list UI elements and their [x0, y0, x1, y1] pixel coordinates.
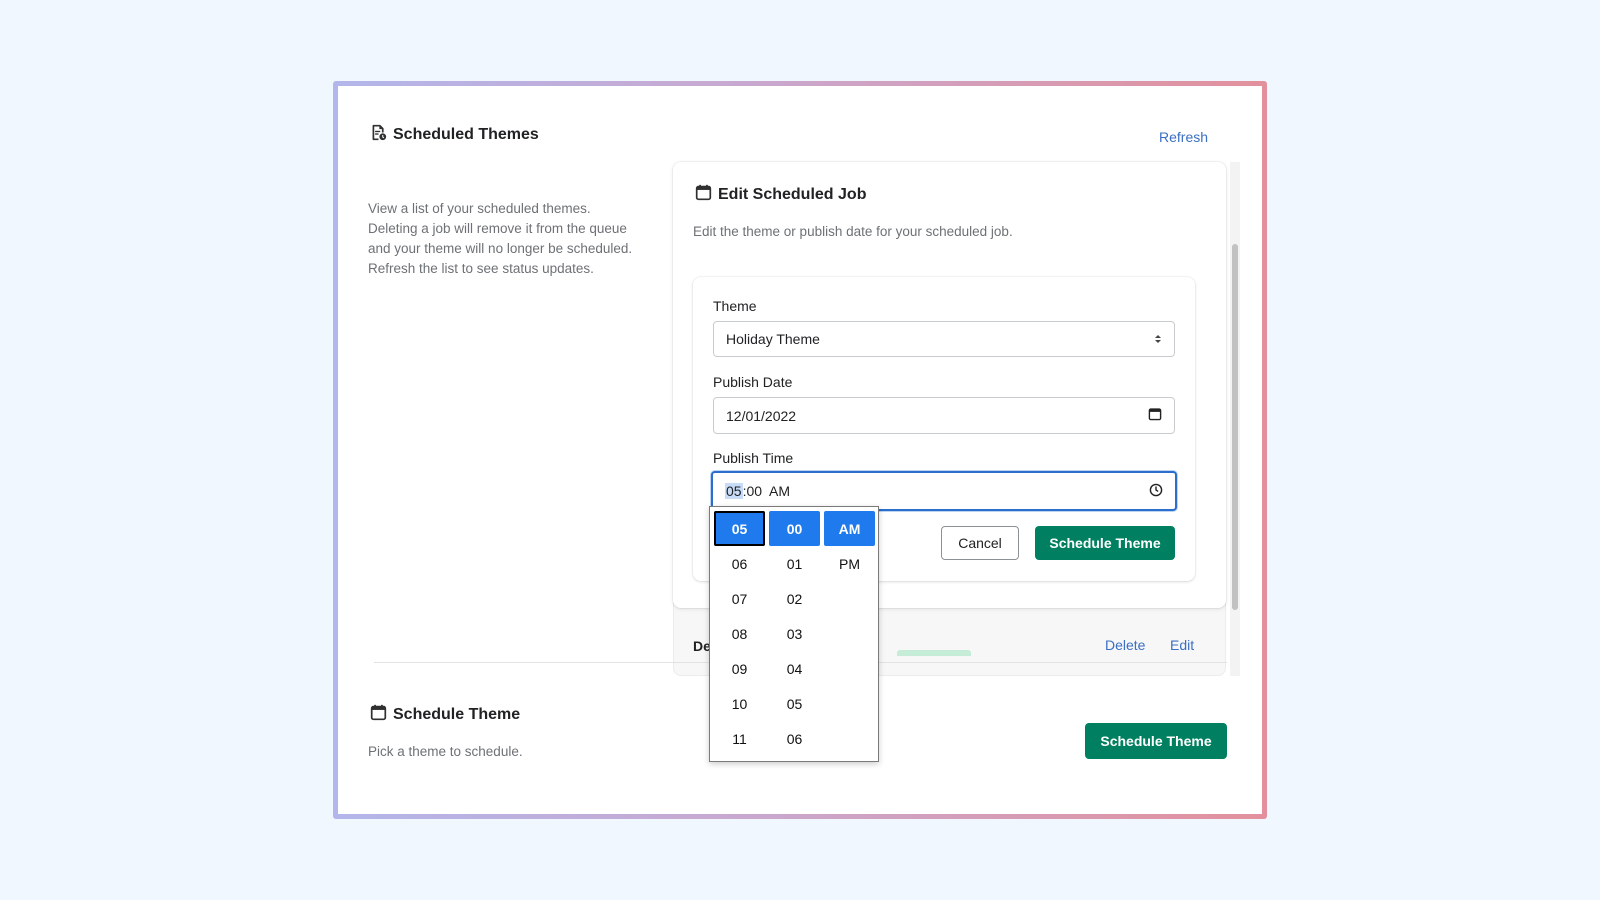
schedule-theme-heading: Schedule Theme — [370, 704, 520, 726]
app-frame: Scheduled Themes Refresh View a list of … — [333, 81, 1267, 819]
minute-option[interactable]: 03 — [769, 616, 820, 651]
schedule-theme-title: Schedule Theme — [393, 706, 521, 723]
minute-option[interactable]: 05 — [769, 686, 820, 721]
status-badge — [897, 650, 971, 656]
publish-time-value: 05:00 AM — [725, 483, 790, 499]
hour-option[interactable]: 09 — [714, 651, 765, 686]
hour-option[interactable]: 08 — [714, 616, 765, 651]
minute-option[interactable]: 01 — [769, 546, 820, 581]
period-option[interactable]: PM — [824, 546, 875, 581]
hour-option[interactable]: 06 — [714, 546, 765, 581]
publish-time-label: Publish Time — [713, 450, 794, 466]
select-arrows-icon — [1154, 331, 1162, 347]
minute-option[interactable]: 04 — [769, 651, 820, 686]
page-title: Scheduled Themes — [393, 126, 539, 143]
calendar-icon — [695, 184, 712, 206]
scrollbar-thumb[interactable] — [1232, 244, 1238, 610]
file-clock-icon — [370, 124, 387, 146]
hour-option[interactable]: 07 — [714, 581, 765, 616]
scheduled-themes-heading: Scheduled Themes — [370, 124, 539, 146]
calendar-icon — [370, 704, 387, 726]
refresh-link[interactable]: Refresh — [1159, 129, 1208, 145]
publish-time-input[interactable]: 05:00 AM — [711, 471, 1177, 511]
minute-option[interactable]: 02 — [769, 581, 820, 616]
time-hour-segment[interactable]: 05 — [725, 483, 743, 499]
hour-option[interactable]: 10 — [714, 686, 765, 721]
schedule-theme-submit-button[interactable]: Schedule Theme — [1035, 526, 1175, 560]
panel-scrollbar[interactable] — [1230, 162, 1240, 676]
edit-job-description: Edit the theme or publish date for your … — [693, 224, 1013, 239]
time-picker-dropdown: 05 06 07 08 09 10 11 00 01 02 03 04 05 06 AM PM — [709, 506, 879, 762]
minute-column: 00 01 02 03 04 05 06 — [769, 511, 820, 756]
cancel-button[interactable]: Cancel — [941, 526, 1019, 560]
delete-job-link[interactable]: Delete — [1105, 637, 1145, 653]
publish-date-label: Publish Date — [713, 374, 793, 390]
clock-icon[interactable] — [1149, 483, 1163, 500]
publish-date-value: 12/01/2022 — [726, 407, 797, 424]
theme-select-value: Holiday Theme — [726, 331, 820, 347]
time-rest-segment: :00 AM — [742, 483, 791, 499]
minute-option[interactable]: 00 — [769, 511, 820, 546]
minute-option[interactable]: 06 — [769, 721, 820, 756]
period-option[interactable]: AM — [824, 511, 875, 546]
period-column: AM PM — [824, 511, 875, 581]
hour-option[interactable]: 11 — [714, 721, 765, 756]
calendar-picker-icon[interactable] — [1148, 407, 1162, 424]
publish-date-input[interactable]: 12/01/2022 — [713, 397, 1175, 434]
theme-select[interactable]: Holiday Theme — [713, 321, 1175, 357]
edit-job-title: Edit Scheduled Job — [718, 186, 867, 203]
theme-label: Theme — [713, 298, 757, 314]
schedule-theme-description: Pick a theme to schedule. — [368, 744, 523, 759]
schedule-theme-button[interactable]: Schedule Theme — [1085, 723, 1227, 759]
scheduled-themes-description: View a list of your scheduled themes. De… — [368, 201, 633, 276]
edit-job-heading: Edit Scheduled Job — [695, 184, 866, 206]
edit-job-link[interactable]: Edit — [1170, 637, 1194, 653]
scheduled-themes-card: Scheduled Themes Refresh View a list of … — [338, 86, 1262, 814]
hour-option[interactable]: 05 — [714, 511, 765, 546]
hour-column: 05 06 07 08 09 10 11 — [714, 511, 765, 756]
